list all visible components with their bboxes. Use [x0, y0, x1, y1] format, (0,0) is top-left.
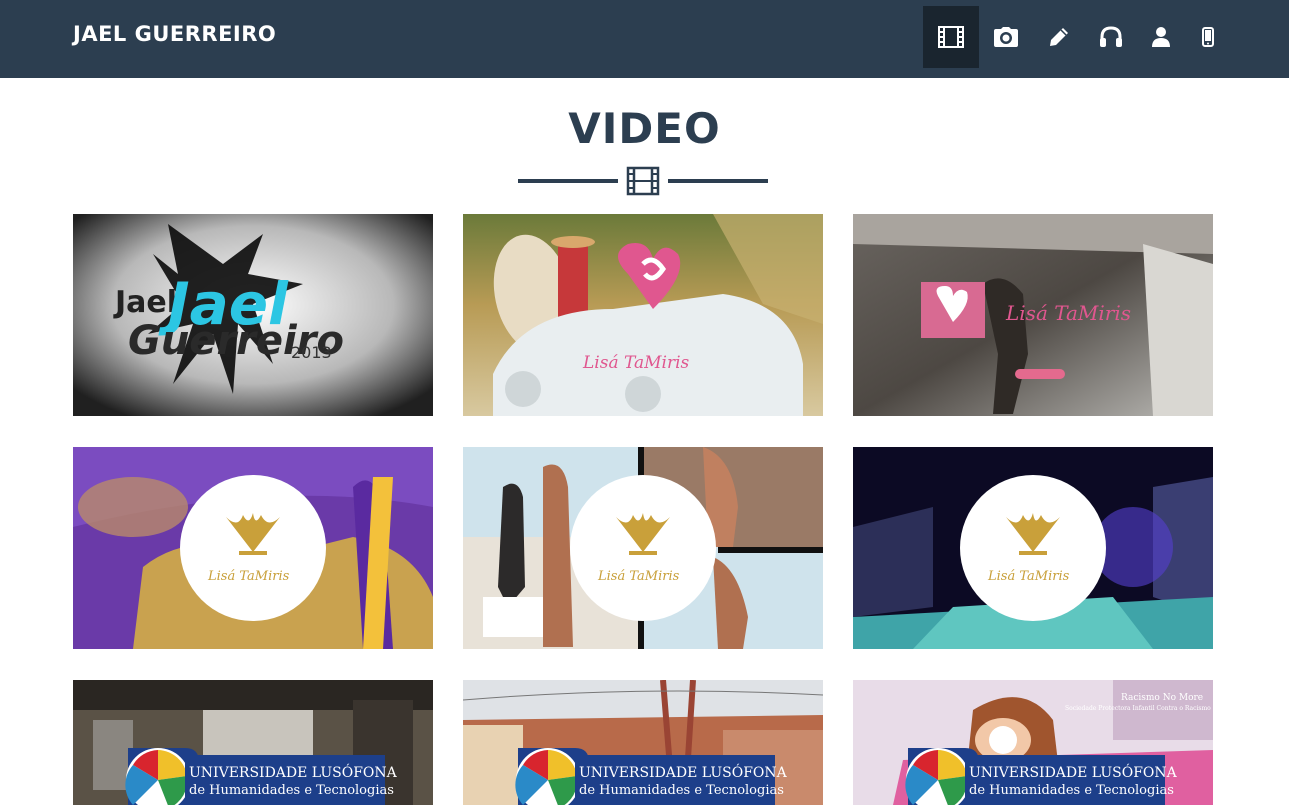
video-thumbnail[interactable]: UNIVERSIDADE LUSÓFONA de Humanidades e T…	[463, 680, 823, 805]
video-thumbnail[interactable]: Lisá TaMiris	[463, 447, 823, 649]
ulht-subtitle: de Humanidades e Tecnologias	[969, 783, 1174, 798]
nav-video-button[interactable]	[923, 6, 979, 68]
thumbnail-image: Racismo No More Sociedade Protectora Inf…	[853, 680, 1213, 805]
thumbnail-image: Lisá TaMiris	[853, 214, 1213, 416]
camera-icon	[994, 27, 1018, 47]
ulht-subtitle: de Humanidades e Tecnologias	[579, 783, 784, 798]
brand-link[interactable]: JAEL GUERREIRO	[73, 22, 276, 46]
ulht-subtitle: de Humanidades e Tecnologias	[189, 783, 394, 798]
thumbnail-image: UNIVERSIDADE LUSÓFONA de Humanidades e T…	[463, 680, 823, 805]
corner-title: Racismo No More	[1121, 693, 1203, 703]
ulht-title: UNIVERSIDADE LUSÓFONA	[969, 763, 1178, 781]
logo-year: 2013	[291, 343, 332, 362]
thumbnail-image: Lisá TaMiris	[73, 447, 433, 649]
nav-icon-bar	[923, 6, 1231, 68]
user-icon	[1152, 27, 1170, 47]
divider-line-left	[518, 179, 618, 183]
section-title: VIDEO	[568, 104, 721, 153]
lisa-logo-text: Lisá TaMiris	[1005, 301, 1131, 325]
film-icon	[626, 166, 660, 196]
thumbnail-image: Jael Jael Guerreiro 2013	[73, 214, 433, 416]
film-icon	[938, 26, 964, 48]
video-thumbnail[interactable]: Racismo No More Sociedade Protectora Inf…	[853, 680, 1213, 805]
video-thumbnail[interactable]: Lisá TaMiris	[463, 214, 823, 416]
lisa-logo-text: Lisá TaMiris	[582, 353, 690, 373]
pencil-icon	[1050, 28, 1068, 46]
ulht-title: UNIVERSIDADE LUSÓFONA	[189, 763, 398, 781]
lisa-logo-text: Lisá TaMiris	[207, 569, 290, 584]
video-thumbnail[interactable]: UNIVERSIDADE LUSÓFONA de Humanidades e T…	[73, 680, 433, 805]
nav-writing-button[interactable]	[1033, 6, 1085, 68]
headphones-icon	[1100, 26, 1122, 47]
corner-subtitle: Sociedade Protectora Infantil Contra o R…	[1065, 705, 1211, 712]
ulht-title: UNIVERSIDADE LUSÓFONA	[579, 763, 788, 781]
title-divider	[518, 166, 768, 196]
video-thumbnail[interactable]: Lisá TaMiris	[853, 214, 1213, 416]
nav-photo-button[interactable]	[979, 6, 1033, 68]
video-thumbnail[interactable]: Lisá TaMiris	[73, 447, 433, 649]
video-thumbnail[interactable]: Jael Jael Guerreiro 2013	[73, 214, 433, 416]
thumbnail-image: UNIVERSIDADE LUSÓFONA de Humanidades e T…	[73, 680, 433, 805]
mobile-icon	[1202, 27, 1214, 47]
nav-audio-button[interactable]	[1085, 6, 1137, 68]
divider-line-right	[668, 179, 768, 183]
thumbnail-image: Lisá TaMiris	[463, 214, 823, 416]
nav-about-button[interactable]	[1137, 6, 1185, 68]
thumbnail-image: Lisá TaMiris	[853, 447, 1213, 649]
lisa-logo-text: Lisá TaMiris	[987, 569, 1070, 584]
lisa-logo-text: Lisá TaMiris	[597, 569, 680, 584]
video-thumbnail[interactable]: Lisá TaMiris	[853, 447, 1213, 649]
thumbnail-image: Lisá TaMiris	[463, 447, 823, 649]
nav-contact-button[interactable]	[1185, 6, 1231, 68]
top-navbar: JAEL GUERREIRO	[0, 0, 1289, 78]
